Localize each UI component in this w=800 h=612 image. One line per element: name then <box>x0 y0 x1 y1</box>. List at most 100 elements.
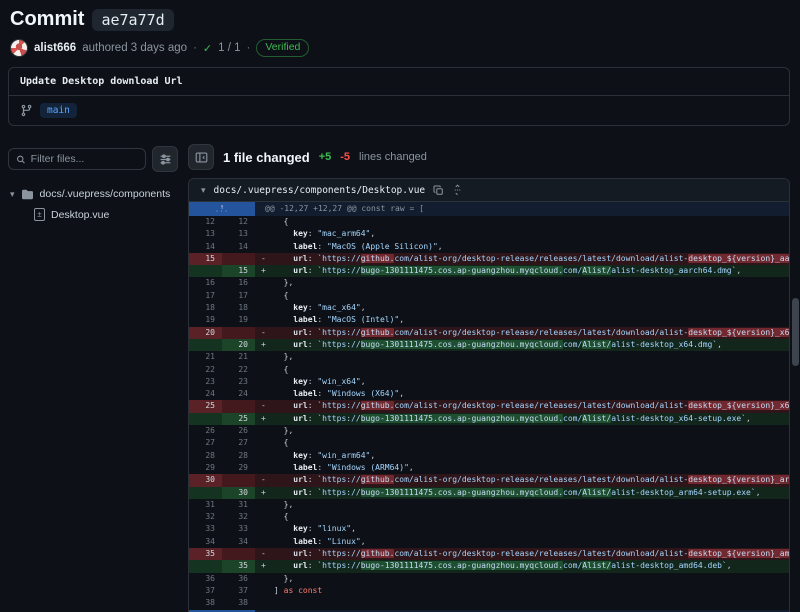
new-line-number[interactable]: 31 <box>222 499 255 511</box>
old-line-number[interactable]: 13 <box>189 228 222 240</box>
old-line-number[interactable]: 38 <box>189 597 222 609</box>
toggle-file-tree-button[interactable] <box>188 144 214 170</box>
old-line-number[interactable]: 17 <box>189 290 222 302</box>
scrollbar-thumb[interactable] <box>792 298 799 366</box>
new-line-number[interactable]: 22 <box>222 364 255 376</box>
new-line-number[interactable]: 17 <box>222 290 255 302</box>
old-line-number[interactable]: 35 <box>189 548 222 560</box>
old-line-number[interactable]: 27 <box>189 437 222 449</box>
old-line-number[interactable]: 20 <box>189 327 222 339</box>
code-segment: : <box>308 524 318 533</box>
old-line-number[interactable]: 33 <box>189 523 222 535</box>
new-line-number[interactable]: 24 <box>222 388 255 400</box>
new-line-number[interactable]: 38 <box>222 597 255 609</box>
new-line-number[interactable]: 30 <box>222 487 255 499</box>
code-segment: key <box>293 524 307 533</box>
old-line-number[interactable]: 37 <box>189 585 222 597</box>
filter-files-input[interactable] <box>31 153 138 165</box>
new-line-number[interactable]: 23 <box>222 376 255 388</box>
old-line-number[interactable]: 25 <box>189 400 222 412</box>
code-segment: }, <box>274 278 293 287</box>
new-line-number[interactable]: 32 <box>222 511 255 523</box>
new-line-number[interactable]: 18 <box>222 302 255 314</box>
old-line-number[interactable]: 36 <box>189 573 222 585</box>
new-line-number[interactable] <box>222 474 255 486</box>
new-line-number[interactable]: 19 <box>222 314 255 326</box>
expand-hunk-up-button[interactable]: ↑··· <box>189 202 255 216</box>
new-line-number[interactable]: 36 <box>222 573 255 585</box>
new-line-number[interactable]: 26 <box>222 425 255 437</box>
avatar[interactable] <box>10 39 28 57</box>
old-line-number[interactable] <box>189 339 222 351</box>
old-line-number[interactable]: 28 <box>189 450 222 462</box>
new-line-number[interactable]: 28 <box>222 450 255 462</box>
old-line-number[interactable]: 14 <box>189 241 222 253</box>
old-line-number[interactable]: 18 <box>189 302 222 314</box>
old-line-number[interactable]: 15 <box>189 253 222 265</box>
code-segment: alist-desktop_x64.dmg` <box>611 340 717 349</box>
old-line-number[interactable] <box>189 560 222 572</box>
new-line-number[interactable] <box>222 400 255 412</box>
old-line-number[interactable]: 30 <box>189 474 222 486</box>
code-segment: com/alist-org/desktop-release/releases/l… <box>394 328 688 337</box>
word-diff-highlight: github. <box>361 549 395 558</box>
new-line-number[interactable] <box>222 253 255 265</box>
code-segment: "mac_arm64" <box>317 229 370 238</box>
new-line-number[interactable]: 25 <box>222 413 255 425</box>
collapse-diff-chevron-icon[interactable]: ▾ <box>201 185 206 196</box>
tree-file-row[interactable]: ± Desktop.vue <box>8 204 178 225</box>
new-line-number[interactable]: 12 <box>222 216 255 228</box>
code-segment: url <box>293 401 307 410</box>
old-line-number[interactable]: 29 <box>189 462 222 474</box>
new-line-number[interactable] <box>222 327 255 339</box>
code-segment <box>274 414 293 423</box>
new-line-number[interactable]: 20 <box>222 339 255 351</box>
code-segment: , <box>399 389 404 398</box>
branch-chip[interactable]: main <box>40 103 77 118</box>
checks-count[interactable]: 1 / 1 <box>218 42 240 54</box>
old-line-number[interactable]: 16 <box>189 277 222 289</box>
old-line-number[interactable]: 24 <box>189 388 222 400</box>
code-segment: , <box>717 340 722 349</box>
old-line-number[interactable]: 26 <box>189 425 222 437</box>
new-line-number[interactable]: 37 <box>222 585 255 597</box>
new-line-number[interactable]: 35 <box>222 560 255 572</box>
old-line-number[interactable]: 34 <box>189 536 222 548</box>
code-segment: : <box>308 401 318 410</box>
copy-path-button[interactable] <box>433 185 444 196</box>
old-line-number[interactable] <box>189 487 222 499</box>
tree-folder-row[interactable]: ▾ docs/.vuepress/components <box>8 184 178 204</box>
code-segment: "Linux" <box>327 537 361 546</box>
old-line-number[interactable] <box>189 265 222 277</box>
diff-marker: - <box>261 327 274 339</box>
old-line-number[interactable]: 21 <box>189 351 222 363</box>
filter-files-field[interactable] <box>8 148 146 170</box>
new-line-number[interactable]: 14 <box>222 241 255 253</box>
code-segment: com/alist-org/desktop-release/releases/l… <box>394 254 688 263</box>
old-line-number[interactable]: 31 <box>189 499 222 511</box>
new-line-number[interactable]: 21 <box>222 351 255 363</box>
new-line-number[interactable]: 27 <box>222 437 255 449</box>
new-line-number[interactable] <box>222 548 255 560</box>
filter-options-button[interactable] <box>152 146 178 172</box>
code-segment: com/alist-org/desktop-release/releases/l… <box>394 549 688 558</box>
new-line-number[interactable]: 15 <box>222 265 255 277</box>
verified-badge[interactable]: Verified <box>256 39 309 57</box>
old-line-number[interactable]: 22 <box>189 364 222 376</box>
author-link[interactable]: alist666 <box>34 42 76 54</box>
new-line-number[interactable]: 16 <box>222 277 255 289</box>
old-line-number[interactable] <box>189 413 222 425</box>
old-line-number[interactable]: 19 <box>189 314 222 326</box>
word-diff-highlight: bugo-1301111475.cos.ap-guangzhou.myqclou… <box>361 414 563 423</box>
old-line-number[interactable]: 32 <box>189 511 222 523</box>
new-line-number[interactable]: 29 <box>222 462 255 474</box>
diff-marker <box>261 597 274 609</box>
old-line-number[interactable]: 12 <box>189 216 222 228</box>
old-line-number[interactable]: 23 <box>189 376 222 388</box>
expand-all-button[interactable] <box>452 184 463 196</box>
new-line-number[interactable]: 33 <box>222 523 255 535</box>
diff-row-ctx: 2626 }, <box>189 425 789 437</box>
new-line-number[interactable]: 34 <box>222 536 255 548</box>
file-path: docs/.vuepress/components/Desktop.vue <box>214 185 426 196</box>
new-line-number[interactable]: 13 <box>222 228 255 240</box>
